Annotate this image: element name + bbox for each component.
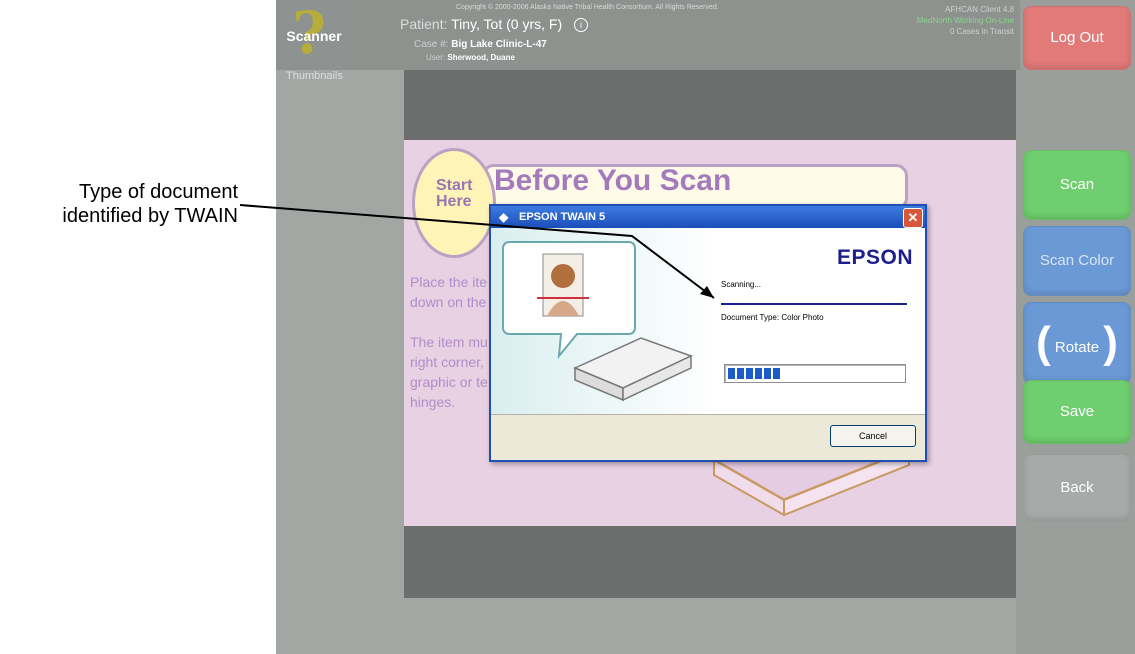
thumbnails-label: Thumbnails	[286, 70, 343, 82]
scan-status: Scanning...	[721, 280, 762, 289]
progress-segment	[728, 368, 735, 379]
patient-label: Patient:	[400, 16, 448, 32]
scanning-illustration	[491, 228, 717, 414]
epson-logo: EPSON	[836, 246, 913, 269]
rotate-label: Rotate	[1054, 339, 1100, 356]
instructions-text: Place the ite down on the The item mu ri…	[410, 274, 488, 410]
progress-segment	[737, 368, 744, 379]
dialog-titlebar[interactable]: ◆ EPSON TWAIN 5 ✕	[491, 206, 925, 228]
back-button[interactable]: Back	[1023, 454, 1131, 522]
info-icon[interactable]: i	[574, 18, 588, 32]
save-button[interactable]: Save	[1023, 380, 1131, 444]
progress-segment	[746, 368, 753, 379]
instructions-title: Before You Scan	[494, 164, 732, 197]
dialog-body: EPSON Scanning... Document Type: Color P…	[491, 228, 925, 414]
photo-on-scanner-icon	[502, 241, 693, 402]
start-here-label: Start Here	[436, 178, 472, 210]
case-label: Case #:	[414, 39, 449, 50]
here-label: Here	[436, 193, 472, 210]
thumbnails-panel	[276, 70, 404, 654]
case-number: Big Lake Clinic-L-47	[451, 39, 547, 50]
close-icon[interactable]: ✕	[903, 208, 923, 228]
user-label: User:	[426, 53, 446, 62]
annotation-callout: Type of document identified by TWAIN	[2, 180, 238, 228]
start-label: Start	[436, 177, 473, 194]
progress-fill	[728, 368, 782, 379]
rotate-right-icon: )	[1103, 318, 1118, 367]
cancel-button[interactable]: Cancel	[830, 425, 916, 447]
dialog-title: EPSON TWAIN 5	[519, 211, 606, 223]
scan-progress-bar	[724, 364, 906, 383]
online-status: MedNorth Working On-Line	[916, 16, 1014, 25]
progress-segment	[755, 368, 762, 379]
progress-segment	[773, 368, 780, 379]
scanner-module-icon: ? Scanner	[280, 0, 348, 68]
epson-twain-dialog: ◆ EPSON TWAIN 5 ✕ EPSON Scanning... Docu…	[489, 204, 927, 462]
case-info: Case #: Big Lake Clinic-L-47	[414, 39, 547, 50]
patient-name: Tiny, Tot (0 yrs, F)	[451, 16, 563, 32]
scan-color-button[interactable]: Scan Color	[1023, 226, 1131, 296]
logout-button[interactable]: Log Out	[1023, 6, 1131, 70]
dialog-footer-divider	[491, 414, 925, 415]
copyright-notice: Copyright © 2000-2006 Alaska Native Trib…	[456, 4, 719, 11]
module-title: Scanner	[286, 28, 342, 44]
rotate-left-icon: (	[1036, 318, 1051, 367]
user-name: Sherwood, Duane	[447, 53, 515, 62]
transit-status: 0 Cases in Transit	[949, 27, 1014, 36]
header-bar: ? Scanner Copyright © 2000-2006 Alaska N…	[276, 0, 1020, 70]
annotation-line-2: identified by TWAIN	[62, 205, 238, 227]
status-divider	[721, 303, 907, 305]
bottom-strip	[404, 598, 1016, 654]
connection-status: AFHCAN Client 4.8 MedNorth Working On-Li…	[917, 4, 1014, 37]
epson-app-icon: ◆	[499, 210, 509, 224]
scan-button[interactable]: Scan	[1023, 150, 1131, 220]
user-info: User: Sherwood, Duane	[426, 53, 515, 62]
client-version: AFHCAN Client 4.8	[945, 5, 1014, 14]
patient-info: Patient: Tiny, Tot (0 yrs, F) i	[400, 16, 588, 32]
annotation-line-1: Type of document	[79, 181, 238, 203]
rotate-button[interactable]: ( Rotate )	[1023, 302, 1131, 384]
document-type: Document Type: Color Photo	[721, 313, 824, 322]
progress-segment	[764, 368, 771, 379]
